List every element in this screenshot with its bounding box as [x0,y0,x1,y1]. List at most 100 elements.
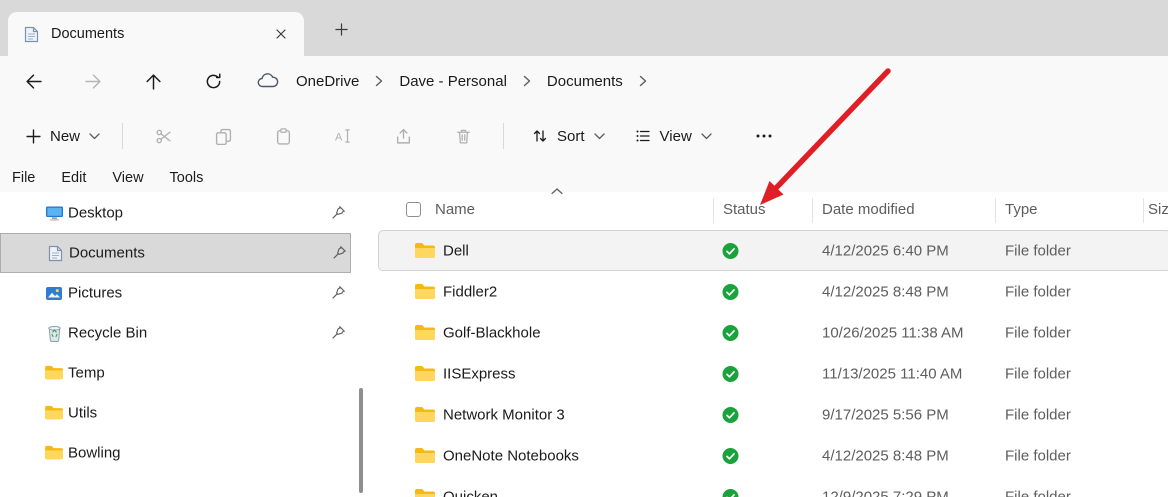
file-row-fiddler2[interactable]: Fiddler2 4/12/2025 8:48 PM File folder [375,271,1168,312]
breadcrumb-item-onedrive[interactable]: OneDrive [296,73,359,90]
list-header: Name Status Date modified Type Size [375,188,1168,229]
date-modified: 4/12/2025 8:48 PM [822,283,949,300]
folder-icon [44,363,64,383]
copy-button[interactable] [193,116,253,156]
select-all-checkbox[interactable] [406,202,421,217]
tab-title: Documents [51,26,125,42]
up-button[interactable] [135,63,171,99]
column-header-status[interactable]: Status [723,201,766,218]
file-explorer-window: Documents OneDrive Dave - Personal Docum… [0,0,1168,497]
file-row-quicken[interactable]: Quicken 12/9/2025 7:29 PM File folder [375,476,1168,497]
column-divider[interactable] [713,198,714,223]
column-header-size[interactable]: Size [1148,201,1168,218]
sidebar-item-label: Pictures [68,284,123,302]
file-name: Network Monitor 3 [443,406,565,423]
file-name: Dell [443,242,469,259]
file-type: File folder [1005,283,1071,300]
menu-edit[interactable]: Edit [58,168,89,188]
sidebar-item-pictures[interactable]: Pictures [0,273,351,313]
column-divider[interactable] [1143,198,1144,223]
forward-arrow-icon [84,73,101,89]
sync-status-icon [722,283,739,300]
onedrive-cloud-icon [257,73,279,88]
menu-file[interactable]: File [9,168,38,188]
back-arrow-icon [25,73,42,89]
tab-strip: Documents [0,0,1168,56]
file-name: Fiddler2 [443,283,498,300]
view-button-label: View [659,127,692,145]
sidebar-item-label: Bowling [68,444,121,462]
sidebar-item-bowling[interactable]: Bowling [0,433,351,473]
delete-button[interactable] [433,116,493,156]
rename-icon: A [335,129,350,144]
pictures-icon [44,283,64,303]
pin-icon [331,285,347,301]
breadcrumb-item-documents[interactable]: Documents [547,73,623,90]
chevron-right-icon[interactable] [639,75,647,87]
more-options-button[interactable] [742,116,786,156]
content-area: Desktop Documents Pictures Recycle Bin T… [0,188,1168,497]
date-modified: 10/26/2025 11:38 AM [822,324,964,341]
file-type: File folder [1005,406,1071,423]
folder-icon [414,406,436,424]
file-type: File folder [1005,447,1071,464]
sidebar-item-desktop[interactable]: Desktop [0,193,351,233]
file-type: File folder [1005,242,1071,259]
forward-button[interactable] [75,63,111,99]
refresh-button[interactable] [195,63,231,99]
rename-button[interactable]: A [313,116,373,156]
sidebar-item-label: Utils [68,404,98,422]
sidebar-item-label: Recycle Bin [68,324,148,342]
copy-icon [215,128,231,145]
file-name: Golf-Blackhole [443,324,541,341]
paste-button[interactable] [253,116,313,156]
desktop-icon [44,203,64,223]
menu-tools[interactable]: Tools [167,168,207,188]
column-header-date-modified[interactable]: Date modified [822,201,915,218]
menu-view[interactable]: View [109,168,146,188]
sidebar-item-label: Desktop [68,204,124,222]
chevron-right-icon[interactable] [375,75,383,87]
file-row-onenote-notebooks[interactable]: OneNote Notebooks 4/12/2025 8:48 PM File… [375,435,1168,476]
share-button[interactable] [373,116,433,156]
cut-button[interactable] [133,116,193,156]
column-divider[interactable] [995,198,996,223]
new-button-label: New [50,127,81,145]
menu-bar: File Edit View Tools [0,164,1168,192]
sidebar-item-recycle-bin[interactable]: Recycle Bin [0,313,351,353]
file-row-iisexpress[interactable]: IISExpress 11/13/2025 11:40 AM File fold… [375,353,1168,394]
sidebar-item-documents[interactable]: Documents [0,233,351,273]
file-row-dell[interactable]: Dell 4/12/2025 6:40 PM File folder [375,230,1168,271]
sidebar-scrollbar[interactable] [359,388,363,493]
file-row-golf-blackhole[interactable]: Golf-Blackhole 10/26/2025 11:38 AM File … [375,312,1168,353]
file-type: File folder [1005,324,1071,341]
back-button[interactable] [15,63,51,99]
ellipsis-icon [756,134,772,138]
sidebar-item-utils[interactable]: Utils [0,393,351,433]
folder-icon [414,365,436,383]
sidebar-item-temp[interactable]: Temp [0,353,351,393]
sidebar-item-label: Temp [68,364,105,382]
sync-status-icon [722,406,739,423]
sort-button[interactable]: Sort [520,120,617,153]
tab-close-button[interactable] [268,21,294,47]
column-header-type[interactable]: Type [1005,201,1038,218]
plus-icon [26,128,41,144]
new-button[interactable]: New [14,120,112,153]
view-button[interactable]: View [623,120,724,153]
column-header-name[interactable]: Name [435,201,475,218]
new-tab-button[interactable] [326,16,356,42]
folder-icon [414,447,436,465]
tab-documents[interactable]: Documents [8,12,304,56]
sort-icon [533,130,547,142]
column-divider[interactable] [812,198,813,223]
breadcrumb-item-dave-personal[interactable]: Dave - Personal [399,73,507,90]
date-modified: 4/12/2025 6:40 PM [822,242,949,259]
sort-ascending-icon[interactable] [551,188,563,195]
up-arrow-icon [145,73,161,90]
view-icon [636,130,650,142]
chevron-right-icon[interactable] [523,75,531,87]
file-row-network-monitor-3[interactable]: Network Monitor 3 9/17/2025 5:56 PM File… [375,394,1168,435]
file-name: IISExpress [443,365,516,382]
scissors-icon [155,129,171,143]
